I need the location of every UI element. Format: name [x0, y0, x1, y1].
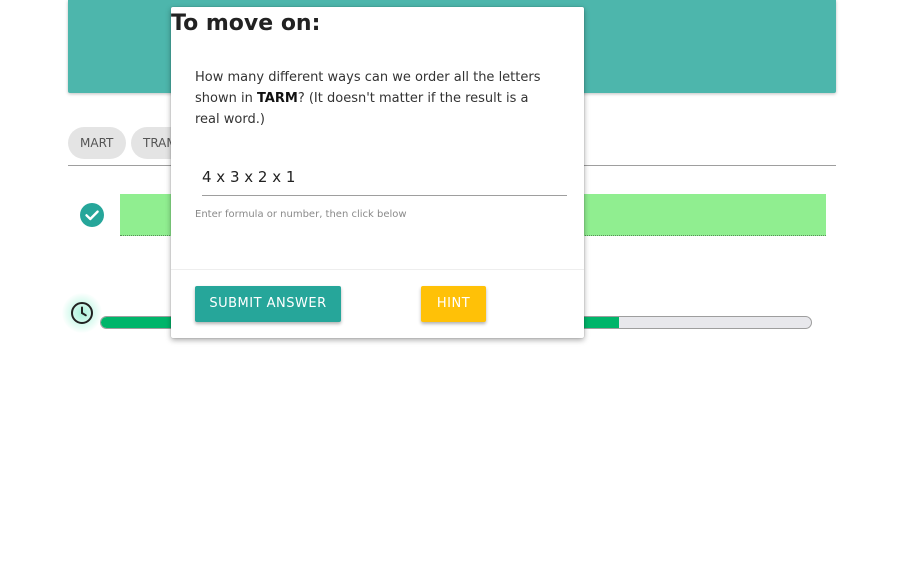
clock-icon — [71, 302, 93, 324]
page: MART TRAM To move on: How many different… — [0, 0, 904, 566]
answer-input[interactable] — [202, 159, 567, 196]
check-circle-icon — [80, 203, 104, 227]
word-chip[interactable]: MART — [68, 127, 126, 159]
question-dialog: To move on: How many different ways can … — [171, 7, 584, 338]
hint-button[interactable]: HINT — [421, 286, 486, 322]
timer — [62, 293, 102, 333]
question-text: How many different ways can we order all… — [195, 67, 555, 130]
answer-helper-text: Enter formula or number, then click belo… — [195, 209, 407, 220]
question-word: TARM — [256, 91, 298, 106]
dialog-footer-divider — [171, 269, 584, 270]
dialog-title: To move on: — [171, 11, 321, 36]
submit-answer-button[interactable]: SUBMIT ANSWER — [195, 286, 341, 322]
